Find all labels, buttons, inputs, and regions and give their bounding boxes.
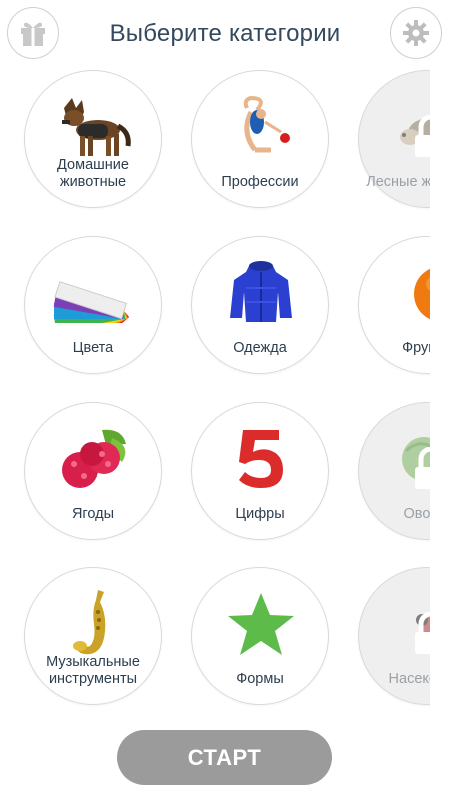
star-icon <box>192 586 330 661</box>
saxophone-icon <box>25 586 163 661</box>
category-tile-fruits[interactable]: Фрукты <box>358 236 430 374</box>
start-button[interactable]: СТАРТ <box>117 730 332 785</box>
category-tile-insects[interactable]: Насекомые <box>358 567 430 705</box>
number-five-icon <box>192 421 330 496</box>
category-label: Одежда <box>233 340 287 356</box>
category-label: Цифры <box>235 506 285 522</box>
category-tile-colors[interactable]: Цвета <box>24 236 162 374</box>
category-label: Овощи <box>403 506 430 522</box>
lock-icon <box>415 447 430 489</box>
gear-icon <box>403 20 429 46</box>
settings-button[interactable] <box>390 7 442 59</box>
category-tile-vegetables[interactable]: Овощи <box>358 402 430 540</box>
dog-icon <box>25 89 163 164</box>
category-tile-clothes[interactable]: Одежда <box>191 236 329 374</box>
category-tile-pets[interactable]: Домашние животные <box>24 70 162 208</box>
category-grid: Домашние животные Профессии Лесные ж Цве… <box>0 0 430 800</box>
raspberry-icon <box>25 421 163 496</box>
category-tile-berries[interactable]: Ягоды <box>24 402 162 540</box>
category-tile-forest-animals[interactable]: Лесные животные <box>358 70 430 208</box>
lock-icon <box>415 612 430 654</box>
category-tile-instruments[interactable]: Музыкальные инструменты <box>24 567 162 705</box>
category-tile-numbers[interactable]: Цифры <box>191 402 329 540</box>
category-tile-professions[interactable]: Профессии <box>191 70 329 208</box>
orange-icon <box>359 255 430 330</box>
color-fan-icon <box>25 255 163 330</box>
category-tile-shapes[interactable]: Формы <box>191 567 329 705</box>
jacket-icon <box>192 255 330 330</box>
category-label: Формы <box>236 671 284 687</box>
category-label: Цвета <box>72 340 114 356</box>
category-label: Ягоды <box>71 506 115 522</box>
category-label: Фрукты <box>402 340 430 356</box>
category-label: Насекомые <box>388 671 430 687</box>
gymnast-icon <box>192 89 330 164</box>
category-label: Домашние животные <box>57 157 129 190</box>
category-label: Музыкальные инструменты <box>46 654 140 687</box>
page-title: Выберите категории <box>109 20 341 47</box>
category-label: Лесные животные <box>366 174 430 190</box>
header: Выберите категории <box>0 0 450 70</box>
category-label: Профессии <box>221 174 299 190</box>
lock-icon <box>415 115 430 157</box>
